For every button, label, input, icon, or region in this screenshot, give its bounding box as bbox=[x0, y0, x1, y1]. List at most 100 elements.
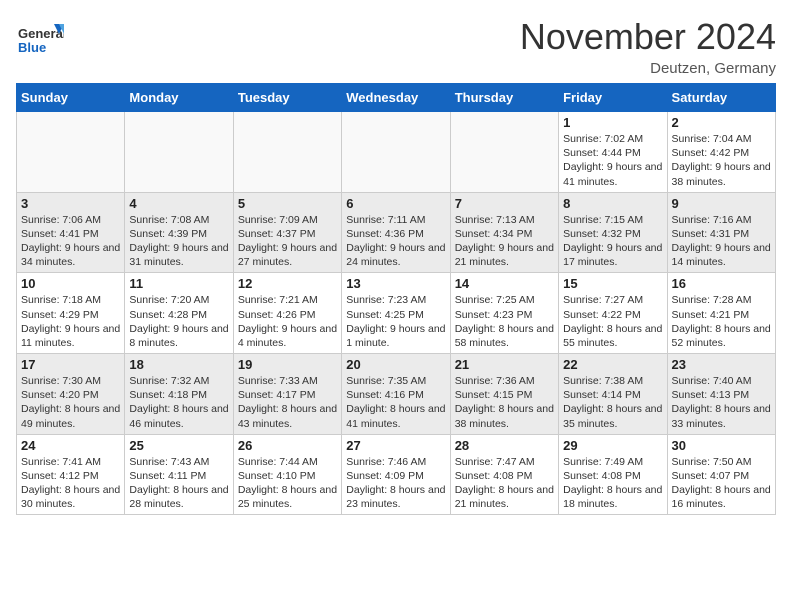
calendar-table: Sunday Monday Tuesday Wednesday Thursday… bbox=[16, 83, 776, 515]
day-number: 5 bbox=[238, 196, 337, 211]
table-row: 24 Sunrise: 7:41 AMSunset: 4:12 PMDayligh… bbox=[17, 434, 125, 515]
table-row: 28Sunrise: 7:47 AMSunset: 4:08 PMDayligh… bbox=[450, 434, 558, 515]
day-info: Sunrise: 7:50 AMSunset: 4:07 PMDaylight:… bbox=[672, 455, 771, 512]
calendar-week-row: 24 Sunrise: 7:41 AMSunset: 4:12 PMDayligh… bbox=[17, 434, 776, 515]
table-row: 11 Sunrise: 7:20 AMSunset: 4:28 PMDayligh… bbox=[125, 273, 233, 354]
day-number: 30 bbox=[672, 438, 771, 453]
table-row: 2 Sunrise: 7:04 AMSunset: 4:42 PMDaylight… bbox=[667, 112, 775, 193]
table-row bbox=[125, 112, 233, 193]
day-info: Sunrise: 7:43 AMSunset: 4:11 PMDaylight:… bbox=[129, 455, 228, 512]
header-row: Sunday Monday Tuesday Wednesday Thursday… bbox=[17, 84, 776, 112]
day-info: Sunrise: 7:20 AMSunset: 4:28 PMDaylight:… bbox=[129, 293, 228, 350]
table-row: 9 Sunrise: 7:16 AMSunset: 4:31 PMDaylight… bbox=[667, 192, 775, 273]
day-info: Sunrise: 7:49 AMSunset: 4:08 PMDaylight:… bbox=[563, 455, 662, 512]
day-info: Sunrise: 7:35 AMSunset: 4:16 PMDaylight:… bbox=[346, 374, 445, 431]
col-wednesday: Wednesday bbox=[342, 84, 450, 112]
day-info: Sunrise: 7:23 AMSunset: 4:25 PMDaylight:… bbox=[346, 293, 445, 350]
table-row: 20 Sunrise: 7:35 AMSunset: 4:16 PMDayligh… bbox=[342, 354, 450, 435]
day-info: Sunrise: 7:04 AMSunset: 4:42 PMDaylight:… bbox=[672, 132, 771, 189]
table-row bbox=[450, 112, 558, 193]
day-number: 29 bbox=[563, 438, 662, 453]
day-number: 3 bbox=[21, 196, 120, 211]
day-number: 27 bbox=[346, 438, 445, 453]
table-row: 16 Sunrise: 7:28 AMSunset: 4:21 PMDayligh… bbox=[667, 273, 775, 354]
table-row bbox=[233, 112, 341, 193]
month-title: November 2024 bbox=[520, 16, 776, 58]
day-info: Sunrise: 7:28 AMSunset: 4:21 PMDaylight:… bbox=[672, 293, 771, 350]
calendar-week-row: 10Sunrise: 7:18 AMSunset: 4:29 PMDayligh… bbox=[17, 273, 776, 354]
day-number: 2 bbox=[672, 115, 771, 130]
day-info: Sunrise: 7:27 AMSunset: 4:22 PMDaylight:… bbox=[563, 293, 662, 350]
day-number: 9 bbox=[672, 196, 771, 211]
day-number: 24 bbox=[21, 438, 120, 453]
table-row: 21Sunrise: 7:36 AMSunset: 4:15 PMDayligh… bbox=[450, 354, 558, 435]
day-info: Sunrise: 7:21 AMSunset: 4:26 PMDaylight:… bbox=[238, 293, 337, 350]
day-number: 28 bbox=[455, 438, 554, 453]
day-info: Sunrise: 7:08 AMSunset: 4:39 PMDaylight:… bbox=[129, 213, 228, 270]
table-row: 26 Sunrise: 7:44 AMSunset: 4:10 PMDayligh… bbox=[233, 434, 341, 515]
page-container: General Blue November 2024 Deutzen, Germ… bbox=[0, 0, 792, 525]
day-info: Sunrise: 7:16 AMSunset: 4:31 PMDaylight:… bbox=[672, 213, 771, 270]
day-number: 15 bbox=[563, 276, 662, 291]
day-info: Sunrise: 7:02 AMSunset: 4:44 PMDaylight:… bbox=[563, 132, 662, 189]
table-row: 8 Sunrise: 7:15 AMSunset: 4:32 PMDaylight… bbox=[559, 192, 667, 273]
calendar-week-row: 17 Sunrise: 7:30 AMSunset: 4:20 PMDayligh… bbox=[17, 354, 776, 435]
table-row: 25Sunrise: 7:43 AMSunset: 4:11 PMDayligh… bbox=[125, 434, 233, 515]
day-number: 13 bbox=[346, 276, 445, 291]
day-number: 20 bbox=[346, 357, 445, 372]
table-row: 19Sunrise: 7:33 AMSunset: 4:17 PMDayligh… bbox=[233, 354, 341, 435]
col-saturday: Saturday bbox=[667, 84, 775, 112]
day-number: 6 bbox=[346, 196, 445, 211]
day-number: 1 bbox=[563, 115, 662, 130]
table-row bbox=[342, 112, 450, 193]
header: General Blue November 2024 Deutzen, Germ… bbox=[16, 16, 776, 77]
day-number: 17 bbox=[21, 357, 120, 372]
day-number: 14 bbox=[455, 276, 554, 291]
day-info: Sunrise: 7:30 AMSunset: 4:20 PMDaylight:… bbox=[21, 374, 120, 431]
day-info: Sunrise: 7:41 AMSunset: 4:12 PMDaylight:… bbox=[21, 455, 120, 512]
day-number: 12 bbox=[238, 276, 337, 291]
day-number: 19 bbox=[238, 357, 337, 372]
day-info: Sunrise: 7:32 AMSunset: 4:18 PMDaylight:… bbox=[129, 374, 228, 431]
table-row: 22 Sunrise: 7:38 AMSunset: 4:14 PMDayligh… bbox=[559, 354, 667, 435]
day-number: 22 bbox=[563, 357, 662, 372]
day-info: Sunrise: 7:15 AMSunset: 4:32 PMDaylight:… bbox=[563, 213, 662, 270]
table-row: 7 Sunrise: 7:13 AMSunset: 4:34 PMDaylight… bbox=[450, 192, 558, 273]
table-row: 17 Sunrise: 7:30 AMSunset: 4:20 PMDayligh… bbox=[17, 354, 125, 435]
table-row: 30 Sunrise: 7:50 AMSunset: 4:07 PMDayligh… bbox=[667, 434, 775, 515]
day-number: 8 bbox=[563, 196, 662, 211]
table-row: 29 Sunrise: 7:49 AMSunset: 4:08 PMDayligh… bbox=[559, 434, 667, 515]
day-info: Sunrise: 7:13 AMSunset: 4:34 PMDaylight:… bbox=[455, 213, 554, 270]
location: Deutzen, Germany bbox=[520, 60, 776, 77]
table-row: 6Sunrise: 7:11 AMSunset: 4:36 PMDaylight… bbox=[342, 192, 450, 273]
table-row: 18 Sunrise: 7:32 AMSunset: 4:18 PMDayligh… bbox=[125, 354, 233, 435]
table-row: 10Sunrise: 7:18 AMSunset: 4:29 PMDayligh… bbox=[17, 273, 125, 354]
logo-icon: General Blue bbox=[16, 16, 64, 64]
col-friday: Friday bbox=[559, 84, 667, 112]
day-info: Sunrise: 7:44 AMSunset: 4:10 PMDaylight:… bbox=[238, 455, 337, 512]
col-thursday: Thursday bbox=[450, 84, 558, 112]
day-number: 10 bbox=[21, 276, 120, 291]
day-number: 23 bbox=[672, 357, 771, 372]
table-row: 5 Sunrise: 7:09 AMSunset: 4:37 PMDaylight… bbox=[233, 192, 341, 273]
day-info: Sunrise: 7:38 AMSunset: 4:14 PMDaylight:… bbox=[563, 374, 662, 431]
day-info: Sunrise: 7:09 AMSunset: 4:37 PMDaylight:… bbox=[238, 213, 337, 270]
day-number: 26 bbox=[238, 438, 337, 453]
table-row: 1 Sunrise: 7:02 AMSunset: 4:44 PMDaylight… bbox=[559, 112, 667, 193]
day-info: Sunrise: 7:40 AMSunset: 4:13 PMDaylight:… bbox=[672, 374, 771, 431]
table-row: 27 Sunrise: 7:46 AMSunset: 4:09 PMDayligh… bbox=[342, 434, 450, 515]
day-number: 18 bbox=[129, 357, 228, 372]
table-row: 12 Sunrise: 7:21 AMSunset: 4:26 PMDayligh… bbox=[233, 273, 341, 354]
table-row: 23 Sunrise: 7:40 AMSunset: 4:13 PMDayligh… bbox=[667, 354, 775, 435]
day-number: 7 bbox=[455, 196, 554, 211]
day-info: Sunrise: 7:46 AMSunset: 4:09 PMDaylight:… bbox=[346, 455, 445, 512]
day-number: 16 bbox=[672, 276, 771, 291]
col-sunday: Sunday bbox=[17, 84, 125, 112]
table-row: 14Sunrise: 7:25 AMSunset: 4:23 PMDayligh… bbox=[450, 273, 558, 354]
col-monday: Monday bbox=[125, 84, 233, 112]
day-number: 21 bbox=[455, 357, 554, 372]
table-row: 4 Sunrise: 7:08 AMSunset: 4:39 PMDaylight… bbox=[125, 192, 233, 273]
day-number: 11 bbox=[129, 276, 228, 291]
day-number: 4 bbox=[129, 196, 228, 211]
calendar-week-row: 3Sunrise: 7:06 AMSunset: 4:41 PMDaylight… bbox=[17, 192, 776, 273]
